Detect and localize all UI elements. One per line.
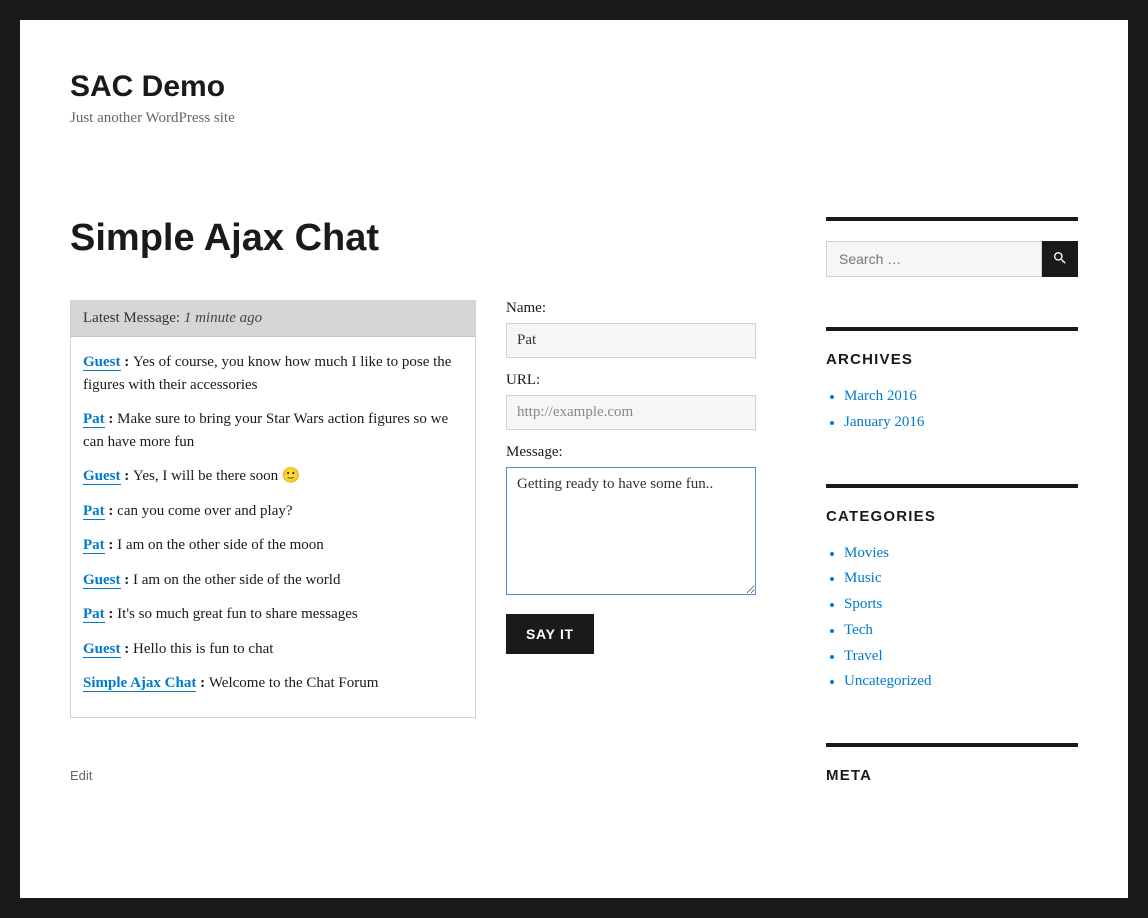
category-item: Sports: [828, 594, 1078, 616]
chat-text: Hello this is fun to chat: [133, 641, 273, 657]
name-label: Name:: [506, 300, 756, 317]
archive-item: January 2016: [828, 412, 1078, 434]
chat-user-link[interactable]: Pat: [83, 537, 105, 554]
category-link[interactable]: Tech: [844, 622, 873, 638]
chat-colon: :: [105, 606, 118, 622]
chat-user-link[interactable]: Guest: [83, 641, 121, 658]
page-container: SAC Demo Just another WordPress site Sim…: [20, 20, 1128, 898]
chat-message: Pat : can you come over and play?: [83, 496, 463, 531]
name-input[interactable]: [506, 323, 756, 358]
category-link[interactable]: Sports: [844, 596, 882, 612]
archives-title: Archives: [826, 351, 1078, 368]
chat-user-link[interactable]: Pat: [83, 411, 105, 428]
chat-colon: :: [121, 354, 134, 370]
category-item: Uncategorized: [828, 671, 1078, 693]
chat-colon: :: [121, 641, 134, 657]
chat-message: Pat : I am on the other side of the moon: [83, 530, 463, 565]
chat-text: Yes of course, you know how much I like …: [83, 354, 451, 393]
chat-colon: :: [121, 468, 134, 484]
url-label: URL:: [506, 372, 756, 389]
latest-label: Latest Message:: [83, 310, 180, 326]
chat-text: Yes, I will be there soon 🙂: [133, 468, 301, 484]
search-icon: [1052, 250, 1068, 269]
archive-link[interactable]: March 2016: [844, 388, 917, 404]
archives-list: March 2016 January 2016: [826, 386, 1078, 434]
url-input[interactable]: [506, 395, 756, 430]
chat-user-link[interactable]: Pat: [83, 503, 105, 520]
site-tagline: Just another WordPress site: [70, 110, 1078, 127]
categories-list: Movies Music Sports Tech Travel Uncategorized: [826, 543, 1078, 694]
sidebar: Archives March 2016 January 2016 Categori…: [826, 217, 1078, 834]
chat-message: Guest : Yes of course, you know how much…: [83, 347, 463, 404]
site-title[interactable]: SAC Demo: [70, 70, 1078, 104]
category-item: Travel: [828, 646, 1078, 668]
chat-text: Make sure to bring your Star Wars action…: [83, 411, 448, 450]
chat-row: Latest Message: 1 minute ago Guest : Yes…: [70, 300, 756, 718]
chat-text: It's so much great fun to share messages: [117, 606, 358, 622]
main-content: Simple Ajax Chat Latest Message: 1 minut…: [70, 217, 756, 834]
category-link[interactable]: Music: [844, 570, 882, 586]
category-item: Music: [828, 568, 1078, 590]
chat-colon: :: [121, 572, 134, 588]
chat-message: Pat : Make sure to bring your Star Wars …: [83, 404, 463, 461]
chat-user-link[interactable]: Guest: [83, 354, 121, 371]
search-input[interactable]: [826, 241, 1042, 277]
message-textarea[interactable]: [506, 467, 756, 595]
chat-user-link[interactable]: Simple Ajax Chat: [83, 675, 196, 692]
latest-message-bar: Latest Message: 1 minute ago: [71, 301, 475, 337]
archive-item: March 2016: [828, 386, 1078, 408]
chat-user-link[interactable]: Pat: [83, 606, 105, 623]
category-item: Movies: [828, 543, 1078, 565]
chat-user-link[interactable]: Guest: [83, 572, 121, 589]
category-link[interactable]: Movies: [844, 545, 889, 561]
chat-colon: :: [196, 675, 209, 691]
category-item: Tech: [828, 620, 1078, 642]
search-widget: [826, 217, 1078, 277]
search-button[interactable]: [1042, 241, 1078, 277]
meta-widget: Meta: [826, 743, 1078, 784]
chat-form: Name: URL: Message: Say It: [506, 300, 756, 718]
chat-message: Guest : I am on the other side of the wo…: [83, 565, 463, 600]
chat-colon: :: [105, 411, 118, 427]
chat-text: I am on the other side of the world: [133, 572, 340, 588]
say-it-button[interactable]: Say It: [506, 614, 594, 654]
content-wrap: Simple Ajax Chat Latest Message: 1 minut…: [70, 217, 1078, 834]
archives-widget: Archives March 2016 January 2016: [826, 327, 1078, 434]
chat-box: Latest Message: 1 minute ago Guest : Yes…: [70, 300, 476, 718]
chat-text: can you come over and play?: [117, 503, 292, 519]
messages-list: Guest : Yes of course, you know how much…: [71, 337, 475, 717]
categories-title: Categories: [826, 508, 1078, 525]
chat-text: Welcome to the Chat Forum: [209, 675, 379, 691]
meta-title: Meta: [826, 767, 1078, 784]
site-header: SAC Demo Just another WordPress site: [70, 70, 1078, 127]
category-link[interactable]: Travel: [844, 648, 883, 664]
archive-link[interactable]: January 2016: [844, 414, 924, 430]
chat-message: Simple Ajax Chat : Welcome to the Chat F…: [83, 668, 463, 703]
message-label: Message:: [506, 444, 756, 461]
chat-user-link[interactable]: Guest: [83, 468, 121, 485]
search-row: [826, 241, 1078, 277]
chat-colon: :: [105, 537, 118, 553]
category-link[interactable]: Uncategorized: [844, 673, 931, 689]
page-title: Simple Ajax Chat: [70, 217, 756, 260]
chat-message: Guest : Hello this is fun to chat: [83, 634, 463, 669]
chat-text: I am on the other side of the moon: [117, 537, 324, 553]
chat-colon: :: [105, 503, 118, 519]
latest-time: 1 minute ago: [184, 310, 262, 326]
categories-widget: Categories Movies Music Sports Tech Travel Un…: [826, 484, 1078, 694]
chat-message: Guest : Yes, I will be there soon 🙂: [83, 461, 463, 496]
chat-message: Pat : It's so much great fun to share me…: [83, 599, 463, 634]
edit-link[interactable]: Edit: [70, 768, 756, 783]
